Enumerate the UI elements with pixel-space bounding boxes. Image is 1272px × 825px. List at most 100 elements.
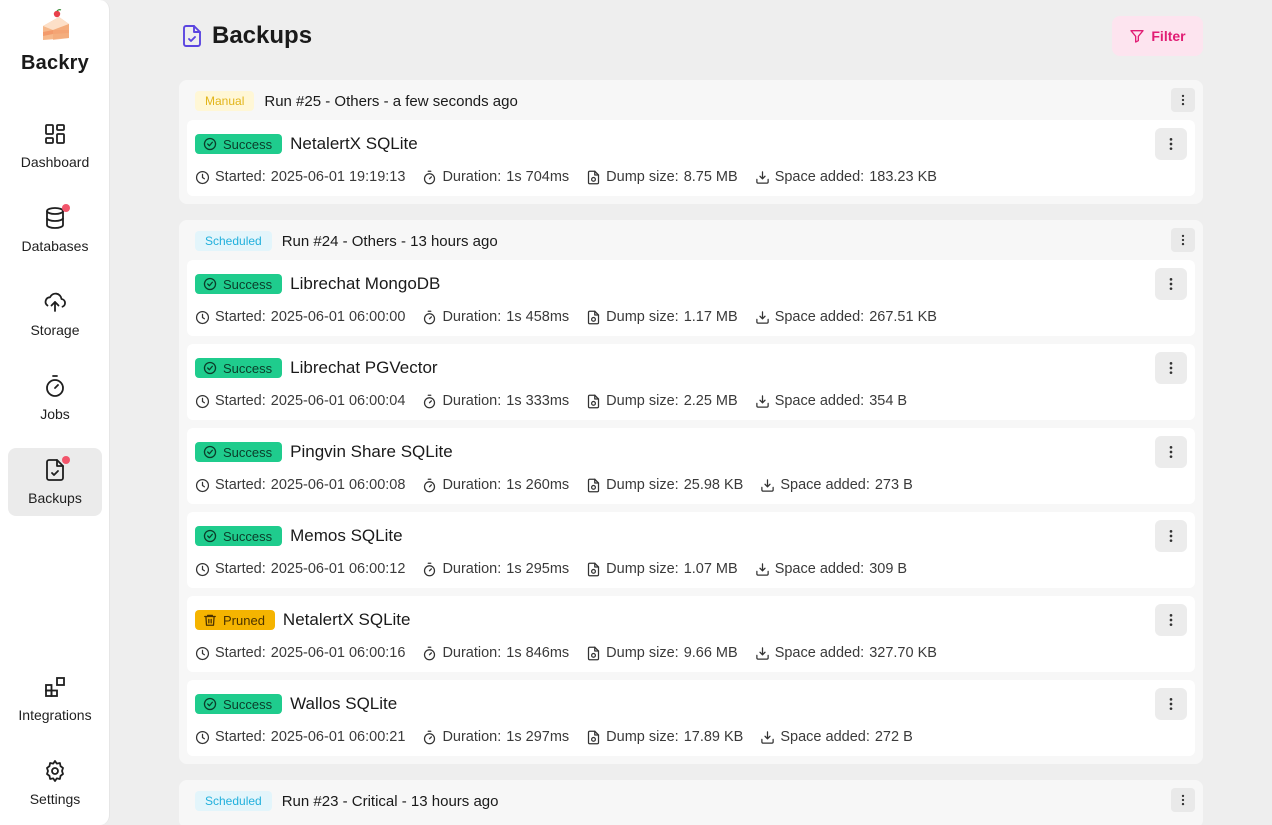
timer-icon bbox=[422, 646, 437, 661]
download-tray-icon bbox=[755, 310, 770, 325]
status-label: Success bbox=[223, 276, 273, 292]
run-title: Run #24 - Others - 13 hours ago bbox=[281, 232, 498, 250]
run-menu-button[interactable] bbox=[1171, 788, 1195, 812]
duration-meta: Duration: 1s 260ms bbox=[422, 477, 569, 493]
dump-size-value: 1.07 MB bbox=[683, 561, 738, 577]
file-database-icon bbox=[586, 394, 601, 409]
duration-value: 1s 846ms bbox=[506, 645, 570, 661]
started-label: Started: bbox=[215, 645, 266, 661]
download-tray-icon bbox=[755, 394, 770, 409]
space-added-label: Space added: bbox=[774, 393, 865, 409]
sidebar-item-backups[interactable]: Backups bbox=[8, 448, 102, 516]
check-circle-icon bbox=[203, 137, 217, 151]
run-title: Run #23 - Critical - 13 hours ago bbox=[281, 792, 499, 810]
check-circle-icon bbox=[203, 361, 217, 375]
status-badge: Success bbox=[195, 358, 283, 378]
started-value: 2025-06-01 06:00:00 bbox=[270, 309, 406, 325]
file-database-icon bbox=[586, 562, 601, 577]
backup-menu-button[interactable] bbox=[1155, 520, 1187, 552]
cloud-upload-icon bbox=[43, 290, 67, 314]
started-value: 2025-06-01 06:00:12 bbox=[270, 561, 406, 577]
dashboard-grid-icon bbox=[43, 122, 67, 146]
brand[interactable]: Backry bbox=[0, 8, 110, 75]
dump-size-label: Dump size: bbox=[606, 729, 679, 745]
sidebar-item-integrations[interactable]: Integrations bbox=[8, 665, 102, 733]
run-menu-button[interactable] bbox=[1171, 228, 1195, 252]
duration-label: Duration: bbox=[442, 645, 502, 661]
space-added-label: Space added: bbox=[774, 309, 865, 325]
backup-row[interactable]: Pruned NetalertX SQLite Started: 2025-06-… bbox=[187, 596, 1195, 672]
status-label: Success bbox=[223, 528, 273, 544]
duration-meta: Duration: 1s 297ms bbox=[422, 729, 569, 745]
sidebar: Backry Dashboard Databases Storage Jobs … bbox=[0, 0, 110, 825]
download-tray-icon bbox=[755, 170, 770, 185]
cake-logo-icon bbox=[43, 9, 69, 40]
notification-dot bbox=[62, 456, 70, 464]
duration-meta: Duration: 1s 458ms bbox=[422, 309, 569, 325]
brand-name: Backry bbox=[21, 52, 89, 74]
sidebar-item-storage[interactable]: Storage bbox=[8, 280, 102, 348]
download-tray-icon bbox=[755, 562, 770, 577]
run-menu-button[interactable] bbox=[1171, 88, 1195, 112]
status-label: Pruned bbox=[223, 612, 265, 628]
space-added-value: 327.70 KB bbox=[869, 645, 937, 661]
duration-value: 1s 260ms bbox=[506, 477, 570, 493]
backup-row[interactable]: Success Librechat MongoDB Started: 2025-0… bbox=[187, 260, 1195, 336]
clock-icon bbox=[195, 562, 210, 577]
file-check-icon bbox=[43, 456, 70, 482]
kebab-icon bbox=[1176, 233, 1190, 247]
dump-size-label: Dump size: bbox=[606, 561, 679, 577]
notification-dot bbox=[62, 204, 70, 212]
backup-row[interactable]: Success Librechat PGVector Started: 2025-… bbox=[187, 344, 1195, 420]
backup-row[interactable]: Success Memos SQLite Started: 2025-06-01 … bbox=[187, 512, 1195, 588]
trigger-tag: Manual bbox=[195, 91, 255, 111]
dump-size-label: Dump size: bbox=[606, 477, 679, 493]
space-added-label: Space added: bbox=[774, 561, 865, 577]
kebab-icon bbox=[1163, 136, 1179, 152]
status-badge: Success bbox=[195, 134, 283, 154]
duration-label: Duration: bbox=[442, 561, 502, 577]
started-meta: Started: 2025-06-01 06:00:04 bbox=[195, 393, 405, 409]
sidebar-item-databases[interactable]: Databases bbox=[8, 196, 102, 264]
dump-size-label: Dump size: bbox=[606, 393, 679, 409]
filter-button[interactable]: Filter bbox=[1112, 16, 1203, 56]
backup-row[interactable]: Success Pingvin Share SQLite Started: 202… bbox=[187, 428, 1195, 504]
space-added-value: 354 B bbox=[869, 393, 908, 409]
gear-icon bbox=[43, 759, 67, 783]
status-badge: Success bbox=[195, 694, 283, 714]
backup-row[interactable]: Success Wallos SQLite Started: 2025-06-01… bbox=[187, 680, 1195, 756]
space-added-label: Space added: bbox=[774, 169, 865, 185]
space-added-meta: Space added: 309 B bbox=[755, 561, 907, 577]
backup-name: Librechat MongoDB bbox=[290, 274, 441, 293]
backup-name: Memos SQLite bbox=[290, 526, 403, 545]
file-database-icon bbox=[586, 730, 601, 745]
timer-icon bbox=[422, 394, 437, 409]
run-title: Run #25 - Others - a few seconds ago bbox=[264, 92, 518, 110]
backup-menu-button[interactable] bbox=[1155, 268, 1187, 300]
backup-meta: Started: 2025-06-01 06:00:00 Duration: 1s … bbox=[195, 309, 954, 325]
backup-menu-button[interactable] bbox=[1155, 688, 1187, 720]
space-added-meta: Space added: 272 B bbox=[760, 729, 913, 745]
clock-icon bbox=[195, 170, 210, 185]
dump-size-value: 2.25 MB bbox=[683, 393, 738, 409]
sidebar-item-jobs[interactable]: Jobs bbox=[8, 364, 102, 432]
check-circle-icon bbox=[203, 529, 217, 543]
backup-row[interactable]: Success NetalertX SQLite Started: 2025-06… bbox=[187, 120, 1195, 196]
backup-menu-button[interactable] bbox=[1155, 352, 1187, 384]
space-added-value: 309 B bbox=[869, 561, 908, 577]
sidebar-item-settings[interactable]: Settings bbox=[8, 749, 102, 817]
space-added-value: 273 B bbox=[874, 477, 913, 493]
backup-menu-button[interactable] bbox=[1155, 128, 1187, 160]
run-header: Scheduled Run #24 - Others - 13 hours ag… bbox=[187, 228, 1195, 254]
dump-size-label: Dump size: bbox=[606, 645, 679, 661]
space-added-label: Space added: bbox=[780, 477, 870, 493]
space-added-meta: Space added: 354 B bbox=[755, 393, 907, 409]
clock-icon bbox=[195, 310, 210, 325]
dump-size-value: 1.17 MB bbox=[683, 309, 738, 325]
backup-menu-button[interactable] bbox=[1155, 604, 1187, 636]
space-added-value: 183.23 KB bbox=[869, 169, 937, 185]
duration-label: Duration: bbox=[442, 477, 502, 493]
started-meta: Started: 2025-06-01 06:00:08 bbox=[195, 477, 405, 493]
sidebar-item-dashboard[interactable]: Dashboard bbox=[8, 112, 102, 180]
backup-menu-button[interactable] bbox=[1155, 436, 1187, 468]
